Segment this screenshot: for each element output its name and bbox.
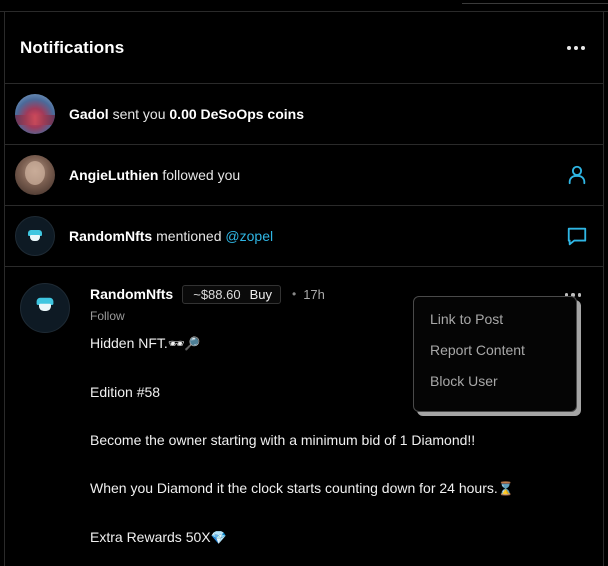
post-timestamp: 17h (303, 286, 325, 302)
buy-button[interactable]: Buy (250, 287, 272, 302)
notification-actor[interactable]: RandomNfts (69, 228, 152, 244)
top-strip (0, 0, 608, 12)
avatar[interactable] (15, 216, 55, 256)
hourglass-emoji: ⌛ (497, 482, 514, 497)
notification-text: RandomNfts mentioned @zopel (69, 228, 565, 244)
chat-bubble-icon[interactable] (565, 224, 589, 248)
diamond-emoji: 💎 (210, 531, 227, 546)
notification-object: 0.00 DeSoOps coins (169, 106, 304, 122)
menu-item-report-content[interactable]: Report Content (430, 342, 576, 373)
notification-action: mentioned (156, 228, 222, 244)
mention-link[interactable]: @zopel (225, 228, 273, 244)
avatar[interactable] (15, 94, 55, 134)
post-line: When you Diamond it the clock starts cou… (90, 480, 514, 497)
notification-text: Gadol sent you 0.00 DeSoOps coins (69, 106, 589, 122)
user-icon[interactable] (565, 163, 589, 187)
avatar[interactable] (20, 283, 70, 333)
notification-item[interactable]: AngieLuthien followed you (5, 145, 603, 206)
post-context-menu: Link to Post Report Content Block User (413, 296, 577, 412)
avatar[interactable] (15, 155, 55, 195)
page-title: Notifications (20, 37, 125, 57)
top-tab-indicator (462, 0, 608, 4)
post-line: Become the owner starting with a minimum… (90, 432, 476, 448)
post-author[interactable]: RandomNfts (90, 286, 173, 302)
notification-item[interactable]: Gadol sent you 0.00 DeSoOps coins (5, 84, 603, 145)
separator-dot: • (292, 287, 297, 301)
menu-item-block-user[interactable]: Block User (430, 373, 576, 404)
post-line: Extra Rewards 50X💎 (90, 529, 227, 546)
follow-button[interactable]: Follow (90, 309, 125, 325)
notification-actor[interactable]: AngieLuthien (69, 167, 158, 183)
notification-actor[interactable]: Gadol (69, 106, 109, 122)
coin-price: ~$88.60 (193, 286, 241, 302)
notifications-panel: Notifications Gadol sent you 0.00 DeSoOp… (4, 12, 604, 566)
notification-action: sent you (112, 106, 166, 122)
more-horizontal-icon[interactable] (563, 42, 589, 54)
notifications-header: Notifications (5, 12, 603, 84)
notification-text: AngieLuthien followed you (69, 167, 565, 183)
notification-action: followed you (162, 167, 241, 183)
price-pill: ~$88.60 Buy (182, 284, 281, 304)
menu-item-link-to-post[interactable]: Link to Post (430, 311, 576, 342)
sunglasses-magnifier-emoji: 🕶🔎 (167, 337, 201, 352)
notification-item[interactable]: RandomNfts mentioned @zopel (5, 206, 603, 267)
